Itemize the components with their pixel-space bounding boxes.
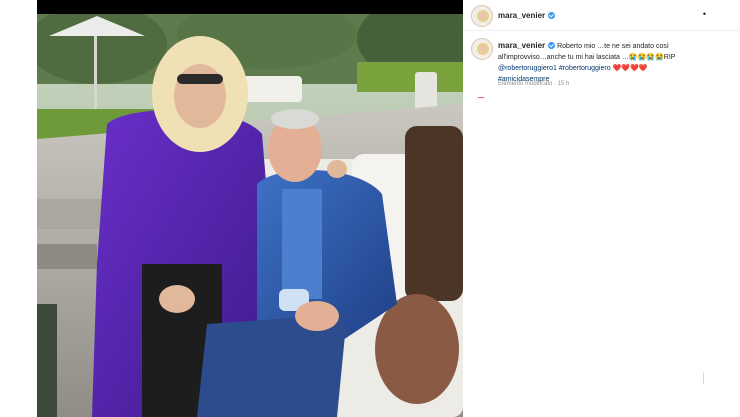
post-header: mara_venier •	[463, 0, 740, 31]
more-horizontal-icon[interactable]: •	[703, 9, 706, 19]
caption-meta: Elemento modificato · 15 h	[498, 81, 570, 87]
avatar-face	[477, 10, 489, 22]
caption-rip: RIP	[663, 54, 676, 61]
mention-link[interactable]: @robertoruggiero1	[498, 65, 557, 72]
avatar[interactable]	[471, 5, 493, 27]
caption-text: mara_venier Roberto mio …te ne sei andat…	[498, 40, 711, 85]
caption-avatar[interactable]	[471, 38, 493, 60]
post-photo[interactable]	[37, 14, 463, 417]
scroll-indicator	[703, 372, 704, 384]
avatar-face	[477, 43, 489, 55]
username-text[interactable]: mara_venier	[498, 11, 545, 20]
verified-badge-icon	[548, 42, 556, 49]
caption-username[interactable]: mara_venier	[498, 41, 556, 50]
caption-emojis: 😭😭😭😭	[628, 54, 664, 61]
post-sidebar: mara_venier • mara_venier Roberto mio …t…	[463, 0, 740, 417]
post-top-bar	[37, 0, 463, 14]
caption-username-text[interactable]: mara_venier	[498, 41, 545, 50]
hashtag-link[interactable]: #robertoruggiero	[559, 65, 611, 72]
post-photo-illustration	[37, 14, 463, 417]
verified-badge-icon	[548, 12, 556, 19]
caption-hearts: ❤️❤️❤️❤️	[612, 65, 648, 72]
caption-line2: all'improvviso…anche tu mi hai lasciata …	[498, 54, 629, 61]
loading-indicator-icon	[477, 97, 485, 100]
username[interactable]: mara_venier	[498, 11, 556, 20]
caption-line1: Roberto mio …te ne sei andato così	[557, 43, 669, 50]
